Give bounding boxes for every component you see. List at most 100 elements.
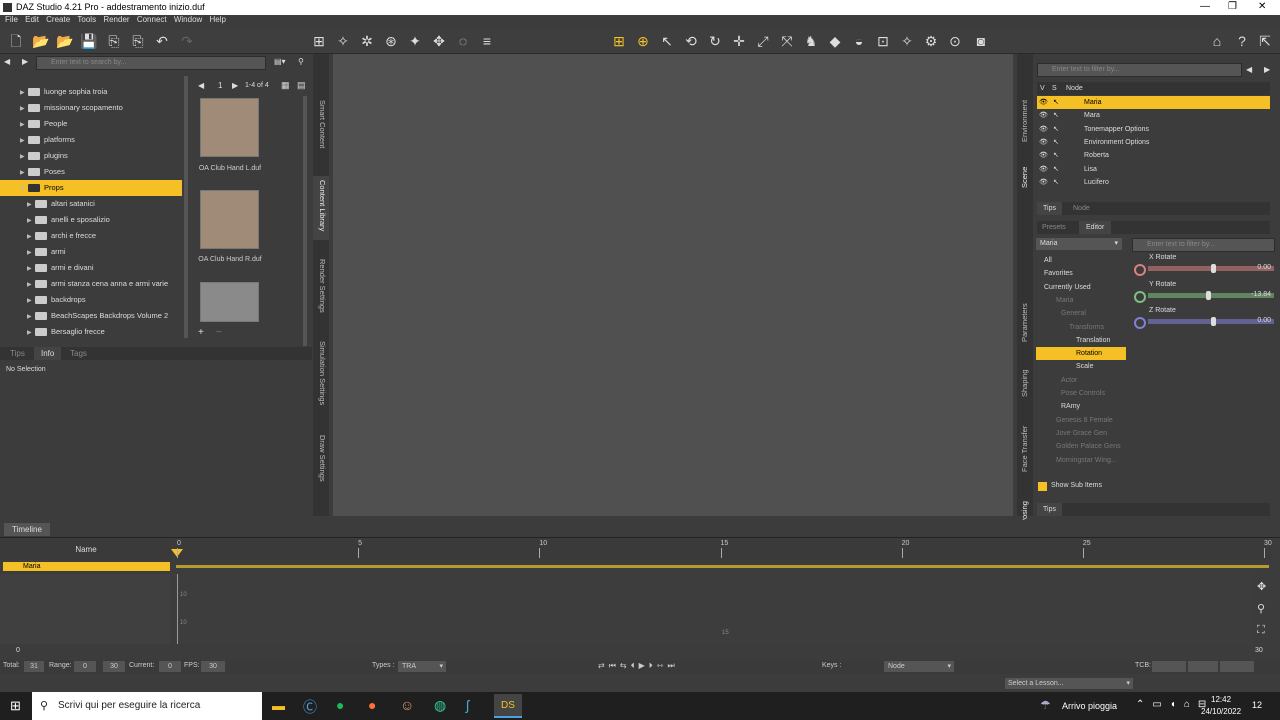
- param-group-item[interactable]: Jove Grace Gen: [1036, 427, 1126, 440]
- chevron-right-icon[interactable]: ▶: [20, 133, 28, 149]
- types-select[interactable]: TRA ▾: [398, 661, 446, 672]
- scene-node-row[interactable]: 👁 ↖ Lisa: [1037, 163, 1270, 176]
- slider-value[interactable]: -13.84: [1251, 291, 1271, 298]
- select-icon[interactable]: ↖: [1053, 109, 1059, 122]
- rotate-slider[interactable]: Y Rotate -13.84: [1132, 281, 1275, 307]
- daz-studio-taskbar-button[interactable]: DS: [494, 694, 522, 718]
- geometry-editor-icon[interactable]: ✥: [430, 32, 448, 50]
- folder-item[interactable]: ▶ plugins: [0, 148, 182, 164]
- select-icon[interactable]: ↖: [1053, 163, 1059, 176]
- maximize-icon[interactable]: ❐: [1228, 1, 1237, 12]
- add-icon[interactable]: +: [198, 327, 204, 338]
- param-group-item[interactable]: Transforms: [1036, 321, 1126, 334]
- home-icon[interactable]: ⌂: [1208, 32, 1226, 50]
- eye-icon[interactable]: 👁: [1039, 163, 1048, 176]
- param-group-item[interactable]: Rotation: [1036, 347, 1126, 361]
- playback-controls[interactable]: ⇄⏮⇆⏴▶⏵⇿⏭: [598, 661, 679, 671]
- param-group-item[interactable]: RAmy: [1036, 400, 1126, 413]
- menu-edit[interactable]: Edit: [25, 15, 39, 24]
- dial-icon[interactable]: [1134, 290, 1146, 303]
- zoom-icon[interactable]: ⚲: [1257, 602, 1265, 615]
- folder-item[interactable]: ▶ archi e frecce: [0, 228, 182, 244]
- fps-field[interactable]: 30: [201, 661, 225, 672]
- chevron-right-icon[interactable]: ▶: [27, 277, 35, 293]
- tab-content-library[interactable]: Content Library: [318, 180, 327, 231]
- tab-render-settings[interactable]: Render Settings: [318, 259, 327, 313]
- param-group-item[interactable]: Actor: [1036, 374, 1126, 387]
- chevron-right-icon[interactable]: ▶: [27, 197, 35, 213]
- spotify-icon[interactable]: ●: [336, 697, 344, 713]
- forward-icon[interactable]: ▶: [22, 57, 28, 66]
- weather-text[interactable]: Arrivo pioggia: [1062, 701, 1117, 711]
- show-sub-items-checkbox[interactable]: [1038, 482, 1047, 491]
- folder-item[interactable]: ▶ platforms: [0, 132, 182, 148]
- surface-selection-icon[interactable]: ◌: [454, 32, 472, 50]
- param-group-item[interactable]: Genesis 8 Female: [1036, 414, 1126, 427]
- folder-item[interactable]: ▶ armi: [0, 244, 182, 260]
- select-icon[interactable]: ↖: [1053, 123, 1059, 136]
- thumbnail-club-hand-l[interactable]: [200, 98, 259, 157]
- app-c-icon[interactable]: Ⓒ: [303, 697, 317, 717]
- export-icon[interactable]: ⎘: [129, 32, 147, 50]
- grid-view-icon[interactable]: ▦: [281, 80, 290, 91]
- lesson-select[interactable]: Select a Lesson... ▾: [1005, 678, 1133, 689]
- tab-scene-node[interactable]: Node: [1073, 205, 1090, 212]
- thumbnail-club-hand-r[interactable]: [200, 190, 259, 249]
- scene-node-row[interactable]: 👁 ↖ Lucifero: [1037, 176, 1270, 189]
- menu-file[interactable]: File: [5, 15, 18, 24]
- tcb-bias[interactable]: [1220, 661, 1254, 672]
- surface-icon[interactable]: ◆: [826, 32, 844, 50]
- folder-item[interactable]: ▶ anelli e sposalizio: [0, 212, 182, 228]
- tab-draw-settings[interactable]: Draw Settings: [318, 435, 327, 482]
- total-field[interactable]: 31: [24, 661, 44, 672]
- tab-simulation-settings[interactable]: Simulation Settings: [318, 341, 327, 405]
- folder-item[interactable]: ▶ backdrops: [0, 292, 182, 308]
- translate-icon[interactable]: ✛: [730, 32, 748, 50]
- chevron-right-icon[interactable]: ▶: [27, 293, 35, 309]
- camera-icon[interactable]: ⊡: [874, 32, 892, 50]
- param-group-item[interactable]: Currently Used: [1036, 281, 1126, 294]
- item-label[interactable]: OA Club Hand L.duf: [196, 165, 264, 172]
- menu-connect[interactable]: Connect: [137, 15, 167, 24]
- scene-node-row[interactable]: 👁 ↖ Tonemapper Options: [1037, 123, 1270, 136]
- content-search-input[interactable]: Enter text to search by...: [36, 56, 266, 70]
- app-avatar-icon[interactable]: ☺: [400, 697, 414, 713]
- param-group-item[interactable]: Golden Palace Gens: [1036, 440, 1126, 453]
- scene-node-row[interactable]: 👁 ↖ Roberta: [1037, 149, 1270, 162]
- scene-node-row[interactable]: 👁 ↖ Mara: [1037, 109, 1270, 122]
- app-s-icon[interactable]: ʃ: [466, 697, 469, 713]
- select-icon[interactable]: ↖: [1053, 136, 1059, 149]
- select-icon[interactable]: ↖: [1053, 149, 1059, 162]
- scene-forward-icon[interactable]: ▶: [1264, 65, 1270, 74]
- rotate-icon[interactable]: ↻: [706, 32, 724, 50]
- tab-editor[interactable]: Editor: [1079, 221, 1112, 234]
- param-group-item[interactable]: Translation: [1036, 334, 1126, 347]
- folder-item[interactable]: ▶ missionary scopamento: [0, 100, 182, 116]
- tcb-tension[interactable]: [1152, 661, 1186, 672]
- help-icon[interactable]: ?: [1233, 32, 1251, 50]
- folder-item[interactable]: ▶ People: [0, 116, 182, 132]
- track-bar[interactable]: [176, 565, 1269, 568]
- tab-param-tips[interactable]: Tips: [1037, 503, 1062, 516]
- rotate-slider[interactable]: X Rotate 0.00: [1132, 254, 1275, 280]
- chevron-right-icon[interactable]: ▶: [27, 309, 35, 325]
- param-group-item[interactable]: Maria: [1036, 294, 1126, 307]
- app-globe-icon[interactable]: ◍: [434, 697, 446, 714]
- param-group-item[interactable]: All: [1036, 254, 1126, 267]
- menu-help[interactable]: Help: [210, 15, 226, 24]
- search-icon[interactable]: ⚲: [298, 57, 304, 66]
- geometry-icon[interactable]: ⊛: [382, 32, 400, 50]
- select-icon[interactable]: ↖: [1053, 176, 1059, 189]
- remove-icon[interactable]: −: [216, 327, 222, 338]
- new-file-icon[interactable]: 🗋: [7, 32, 25, 50]
- chevron-right-icon[interactable]: ▶: [20, 165, 28, 181]
- node-select[interactable]: Maria ▾: [1036, 238, 1122, 250]
- tab-parameters[interactable]: Parameters: [1020, 303, 1029, 342]
- universal-tool-icon[interactable]: ⊕: [634, 32, 652, 50]
- region-nav-icon[interactable]: ⊞: [610, 32, 628, 50]
- render-settings-icon[interactable]: ⚙: [922, 32, 940, 50]
- tab-timeline[interactable]: Timeline: [4, 523, 50, 536]
- select-icon[interactable]: ↖: [1053, 96, 1059, 109]
- menu-tools[interactable]: Tools: [77, 15, 96, 24]
- slider-value[interactable]: 0.00: [1257, 317, 1271, 324]
